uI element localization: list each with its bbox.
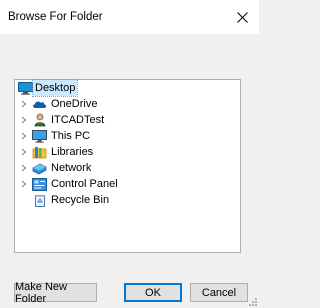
expand-chevron-icon[interactable] (19, 96, 29, 112)
tree-item-itcadtest[interactable]: ITCADTest (15, 112, 240, 128)
desktop-icon (18, 81, 33, 95)
close-icon (236, 11, 248, 23)
folder-tree[interactable]: Desktop OneDrive ITCADTest This PC Libra… (14, 79, 241, 253)
tree-item-label: Desktop (31, 79, 79, 97)
expand-chevron-icon[interactable] (19, 144, 29, 160)
computer-icon (32, 129, 47, 143)
tree-item-onedrive[interactable]: OneDrive (15, 96, 240, 112)
tree-item-label: Libraries (51, 146, 94, 158)
window-title: Browse For Folder (8, 11, 103, 23)
tree-item-label: OneDrive (51, 98, 98, 110)
ok-button[interactable]: OK (124, 283, 182, 302)
tree-item-label: ITCADTest (51, 114, 105, 126)
cancel-button[interactable]: Cancel (190, 283, 248, 302)
tree-item-desktop[interactable]: Desktop (15, 79, 240, 97)
tree-item-label: Network (51, 162, 92, 174)
expand-chevron-icon[interactable] (19, 160, 29, 176)
user-folder-icon (32, 113, 47, 127)
tree-item-this-pc[interactable]: This PC (15, 128, 240, 144)
tree-item-label: This PC (51, 130, 91, 142)
title-bar: Browse For Folder (0, 0, 259, 34)
tree-item-label: Control Panel (51, 178, 118, 190)
tree-item-label: Recycle Bin (51, 194, 110, 206)
control-panel-icon (32, 177, 47, 191)
browse-for-folder-dialog: Browse For Folder Desktop OneDrive ITCAD… (0, 0, 259, 308)
tree-item-libraries[interactable]: Libraries (15, 144, 240, 160)
recycle-bin-icon (32, 193, 47, 207)
expand-chevron-icon[interactable] (19, 112, 29, 128)
close-button[interactable] (229, 5, 255, 29)
tree-item-control-panel[interactable]: Control Panel (15, 176, 240, 192)
network-icon (32, 161, 47, 175)
onedrive-cloud-icon (32, 97, 47, 111)
tree-item-network[interactable]: Network (15, 160, 240, 176)
tree-item-recycle-bin[interactable]: Recycle Bin (15, 192, 240, 208)
expand-chevron-icon[interactable] (19, 128, 29, 144)
expand-chevron-icon[interactable] (19, 176, 29, 192)
resize-grip-icon[interactable] (248, 297, 258, 307)
libraries-icon (32, 145, 47, 159)
make-new-folder-button[interactable]: Make New Folder (14, 281, 97, 305)
